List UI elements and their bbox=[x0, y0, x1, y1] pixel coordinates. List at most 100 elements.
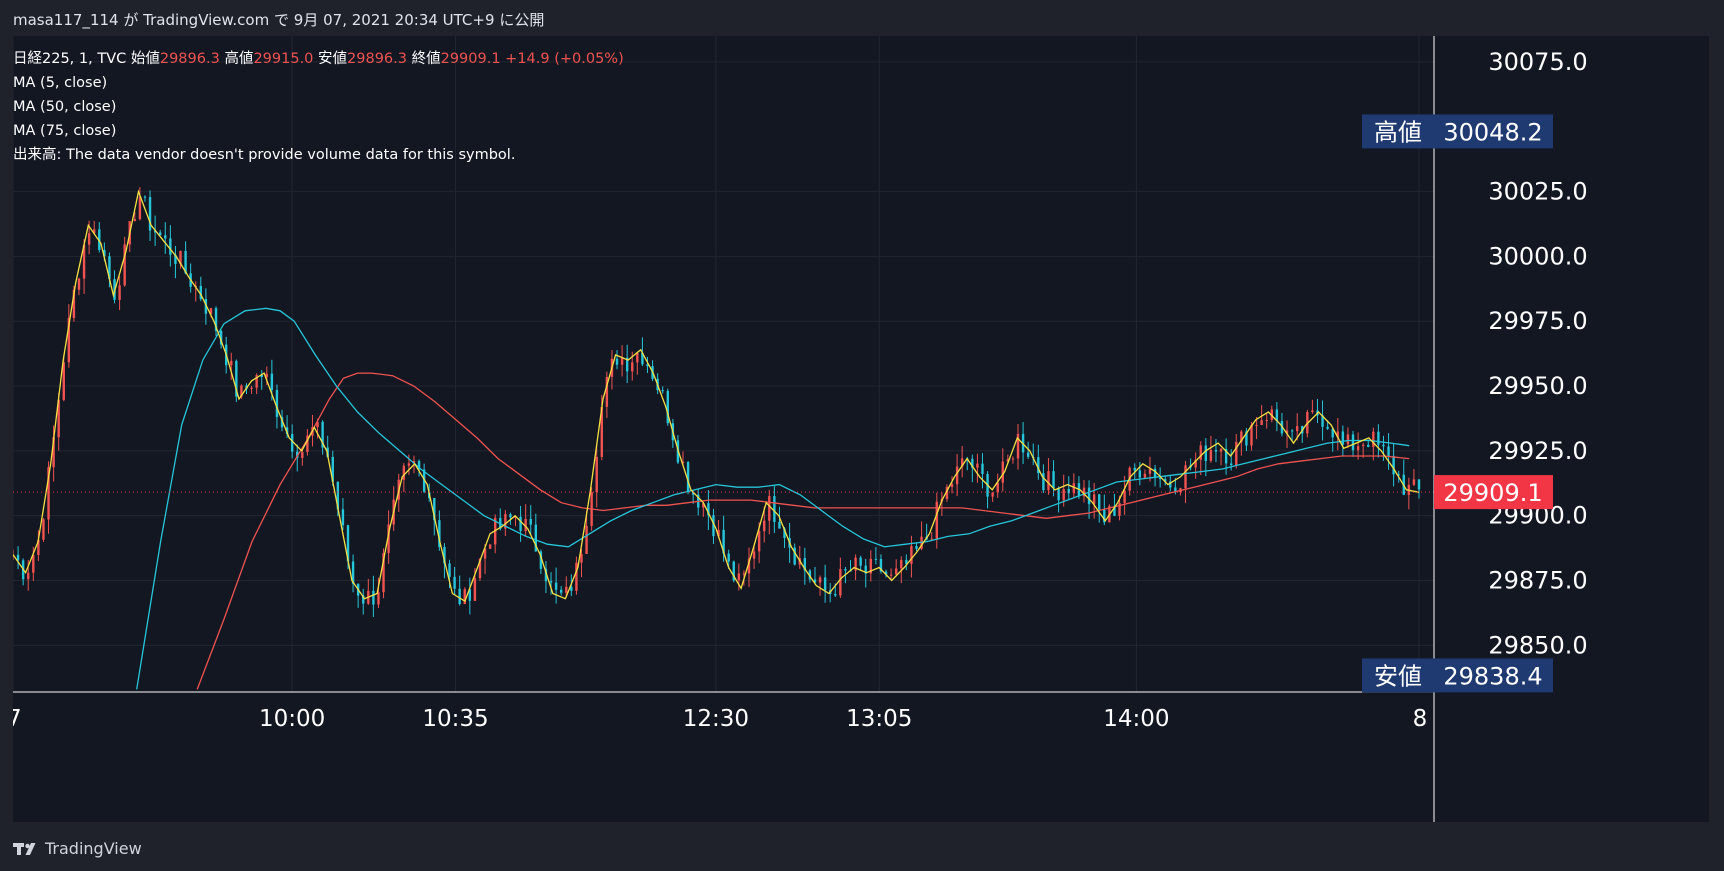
candle-body[interactable] bbox=[62, 362, 65, 400]
candle-body[interactable] bbox=[1026, 452, 1030, 457]
candle-body[interactable] bbox=[661, 390, 664, 392]
symbol-label[interactable]: 日経225, 1, TVC bbox=[13, 51, 126, 67]
candle-body[interactable] bbox=[1382, 444, 1385, 447]
candle-body[interactable] bbox=[42, 519, 45, 540]
candle-body[interactable] bbox=[950, 484, 954, 487]
candle-body[interactable] bbox=[1143, 473, 1147, 478]
candle-body[interactable] bbox=[407, 463, 411, 466]
candle-body[interactable] bbox=[585, 525, 588, 554]
candle-body[interactable] bbox=[818, 577, 822, 583]
candle-body[interactable] bbox=[290, 434, 294, 452]
candle-body[interactable] bbox=[900, 559, 903, 569]
candle-body[interactable] bbox=[554, 582, 558, 590]
candle-body[interactable] bbox=[1052, 471, 1055, 488]
candle-body[interactable] bbox=[844, 569, 847, 571]
footer-brand[interactable]: TradingView bbox=[13, 836, 142, 860]
candle-body[interactable] bbox=[164, 235, 167, 239]
candle-body[interactable] bbox=[1184, 465, 1187, 489]
candle-body[interactable] bbox=[1290, 430, 1294, 432]
candle-body[interactable] bbox=[250, 387, 253, 389]
candle-body[interactable] bbox=[636, 352, 639, 363]
candle-body[interactable] bbox=[1260, 420, 1263, 425]
candle-body[interactable] bbox=[823, 577, 827, 591]
candle-body[interactable] bbox=[991, 492, 994, 497]
candle-body[interactable] bbox=[1255, 424, 1258, 426]
candle-body[interactable] bbox=[1341, 431, 1345, 445]
candle-body[interactable] bbox=[32, 554, 35, 573]
candle-body[interactable] bbox=[1209, 450, 1213, 461]
candle-body[interactable] bbox=[1138, 470, 1142, 478]
candle-body[interactable] bbox=[859, 557, 862, 566]
candle-body[interactable] bbox=[549, 581, 553, 583]
candle-body[interactable] bbox=[930, 538, 933, 540]
candle-body[interactable] bbox=[118, 285, 121, 300]
candle-body[interactable] bbox=[615, 358, 619, 365]
candle-body[interactable] bbox=[1067, 489, 1070, 494]
candle-body[interactable] bbox=[778, 521, 781, 529]
candle-body[interactable] bbox=[77, 278, 81, 290]
candle-body[interactable] bbox=[976, 463, 979, 468]
candle-body[interactable] bbox=[575, 562, 578, 591]
candle-body[interactable] bbox=[737, 573, 741, 581]
ma50-legend[interactable]: MA (50, close) bbox=[13, 95, 624, 119]
candle-body[interactable] bbox=[1367, 444, 1370, 447]
publisher-name[interactable]: masa117_114 bbox=[13, 11, 119, 29]
candle-body[interactable] bbox=[133, 219, 137, 222]
candle-body[interactable] bbox=[1062, 489, 1065, 501]
candle-body[interactable] bbox=[757, 531, 761, 552]
candle-body[interactable] bbox=[448, 563, 451, 577]
candle-body[interactable] bbox=[889, 574, 893, 576]
candle-body[interactable] bbox=[915, 546, 918, 549]
candle-body[interactable] bbox=[773, 496, 776, 522]
candle-body[interactable] bbox=[270, 373, 274, 391]
candle-body[interactable] bbox=[1346, 434, 1350, 445]
candle-body[interactable] bbox=[1229, 463, 1233, 465]
candle-body[interactable] bbox=[620, 357, 624, 365]
candle-body[interactable] bbox=[874, 558, 878, 560]
candle-body[interactable] bbox=[631, 362, 634, 372]
candle-body[interactable] bbox=[910, 546, 913, 564]
candle-body[interactable] bbox=[1214, 450, 1218, 452]
candle-body[interactable] bbox=[1265, 419, 1268, 421]
candle-body[interactable] bbox=[1153, 468, 1157, 478]
candle-body[interactable] bbox=[1377, 431, 1380, 445]
candle-body[interactable] bbox=[458, 588, 461, 605]
candle-body[interactable] bbox=[138, 196, 142, 220]
candle-body[interactable] bbox=[341, 509, 345, 526]
candle-body[interactable] bbox=[1361, 444, 1365, 447]
candle-body[interactable] bbox=[1356, 446, 1360, 451]
candle-body[interactable] bbox=[1412, 479, 1416, 485]
candle-body[interactable] bbox=[169, 238, 172, 255]
candle-body[interactable] bbox=[275, 390, 279, 418]
site-name[interactable]: TradingView.com bbox=[143, 11, 269, 29]
candle-body[interactable] bbox=[372, 590, 375, 605]
candle-body[interactable] bbox=[955, 466, 959, 485]
candle-body[interactable] bbox=[453, 576, 456, 589]
candle-body[interactable] bbox=[763, 520, 766, 532]
candle-body[interactable] bbox=[143, 196, 147, 198]
candle-body[interactable] bbox=[1417, 479, 1421, 490]
candle-body[interactable] bbox=[580, 553, 583, 563]
candle-body[interactable] bbox=[1387, 446, 1390, 456]
candle-body[interactable] bbox=[1133, 467, 1136, 471]
candle-body[interactable] bbox=[894, 568, 898, 575]
candle-body[interactable] bbox=[87, 233, 91, 245]
candle-body[interactable] bbox=[529, 518, 532, 525]
candle-body[interactable] bbox=[519, 516, 522, 532]
candle-body[interactable] bbox=[981, 463, 984, 474]
candle-body[interactable] bbox=[752, 551, 756, 559]
candle-body[interactable] bbox=[1204, 445, 1208, 461]
candle-body[interactable] bbox=[834, 593, 837, 596]
candle-body[interactable] bbox=[402, 465, 406, 480]
candle-body[interactable] bbox=[509, 514, 512, 518]
candle-body[interactable] bbox=[1295, 426, 1299, 432]
candle-body[interactable] bbox=[16, 554, 20, 561]
candle-body[interactable] bbox=[230, 360, 233, 366]
candle-body[interactable] bbox=[1311, 410, 1314, 413]
candle-body[interactable] bbox=[839, 569, 842, 596]
candle-body[interactable] bbox=[301, 452, 304, 458]
candle-body[interactable] bbox=[727, 553, 730, 562]
candle-body[interactable] bbox=[473, 578, 477, 601]
candle-body[interactable] bbox=[1098, 494, 1101, 510]
candle-body[interactable] bbox=[559, 589, 563, 593]
